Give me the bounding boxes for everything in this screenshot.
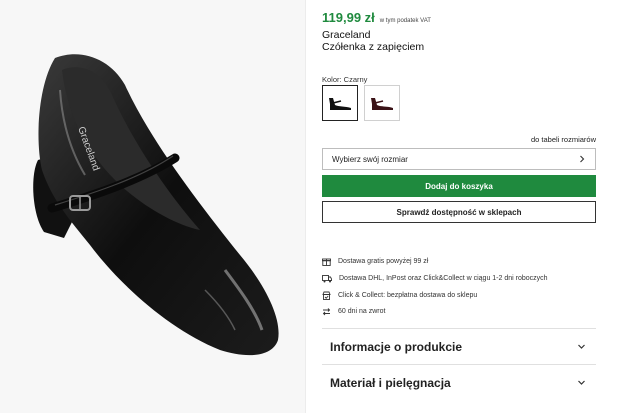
color-label: Kolor: Czarny [322, 75, 368, 84]
chevron-down-icon [578, 380, 585, 385]
chevron-down-icon [578, 344, 585, 349]
product-name: Czółenka z zapięciem [322, 41, 425, 53]
feature-returns: 60 dni na zwrot [322, 307, 385, 316]
return-arrows-icon [322, 308, 331, 316]
image-divider [305, 0, 306, 413]
feature-free-delivery: Dostawa gratis powyżej 99 zł [322, 257, 428, 266]
product-image: Graceland [0, 0, 305, 413]
price-row: 119,99 zł w tym podatek VAT [322, 10, 431, 25]
feature-shipping: Dostawa DHL, InPost oraz Click&Collect w… [322, 274, 548, 283]
vat-note: w tym podatek VAT [379, 18, 431, 24]
brand-name[interactable]: Graceland [322, 29, 370, 41]
feature-text: Dostawa gratis powyżej 99 zł [338, 258, 429, 265]
size-table-link[interactable]: do tabeli rozmiarów [531, 135, 596, 144]
store-pickup-icon [322, 291, 331, 300]
accordion-product-info[interactable]: Informacje o produkcie [322, 328, 596, 364]
accordion-material-care[interactable]: Materiał i pielęgnacja [322, 364, 596, 400]
check-store-availability-button[interactable]: Sprawdź dostępność w sklepach [322, 201, 596, 223]
burgundy-shoe-thumbnail [371, 98, 393, 110]
shoe-image: Graceland [33, 54, 279, 356]
size-select[interactable]: Wybierz swój rozmiar [322, 148, 596, 170]
truck-icon [322, 275, 332, 283]
accordion-label: Materiał i pielęgnacja [330, 375, 451, 390]
price: 119,99 zł [322, 10, 375, 25]
feature-text: 60 dni na zwrot [338, 308, 386, 315]
color-swatch-burgundy[interactable] [364, 85, 400, 121]
accordion-label: Informacje o produkcie [330, 339, 463, 354]
add-to-cart-button[interactable]: Dodaj do koszyka [322, 175, 596, 197]
delivery-gift-icon [322, 258, 331, 266]
color-swatch-black[interactable] [322, 85, 358, 121]
feature-text: Click & Collect: bezpłatna dostawa do sk… [338, 292, 478, 299]
chevron-right-icon [580, 155, 585, 163]
size-select-label: Wybierz swój rozmiar [332, 154, 408, 164]
black-shoe-thumbnail [329, 98, 351, 110]
feature-click-collect: Click & Collect: bezpłatna dostawa do sk… [322, 291, 477, 300]
feature-text: Dostawa DHL, InPost oraz Click&Collect w… [339, 275, 548, 282]
